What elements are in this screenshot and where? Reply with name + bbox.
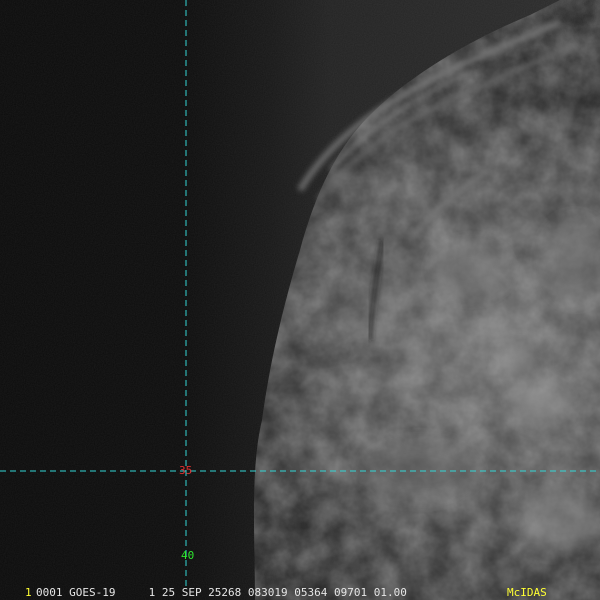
satellite-viewer: 35 40 1 0001 GOES-19 1 25 SEP 25268 0830…: [0, 0, 600, 600]
image-info-bar: 0001 GOES-19 1 25 SEP 25268 083019 05364…: [36, 586, 407, 599]
frame-number: 1: [25, 586, 32, 599]
satellite-image: [0, 0, 600, 600]
longitude-label: 40: [181, 549, 195, 562]
mcidas-brand: McIDAS: [507, 586, 547, 599]
latitude-label: 35: [179, 464, 193, 477]
